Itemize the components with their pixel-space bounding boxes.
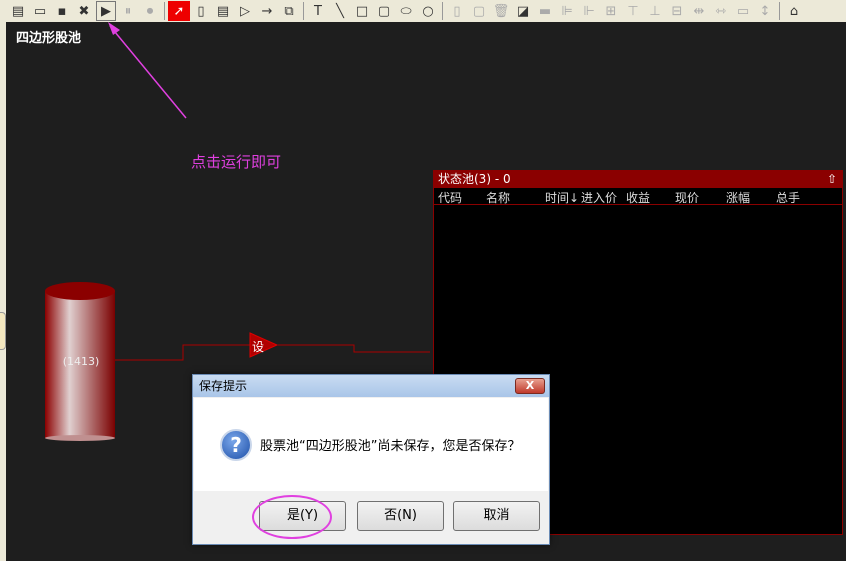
collapse-up-icon[interactable]: ⇧ bbox=[827, 171, 837, 188]
column-header[interactable]: 名称 bbox=[486, 189, 510, 206]
status-pool-title: 状态池(3) - 0 bbox=[438, 172, 511, 186]
close-button[interactable]: X bbox=[515, 378, 545, 394]
question-icon: ? bbox=[220, 429, 252, 461]
status-pool-header: 代码 名称 时间↓ 进入价 收益 现价 涨幅 总手 bbox=[434, 188, 842, 205]
dialog-title: 保存提示 bbox=[193, 375, 549, 397]
status-pool-title-bar: 状态池(3) - 0 ⇧ bbox=[434, 171, 842, 188]
column-header[interactable]: 时间↓ bbox=[545, 189, 579, 206]
condition-node-label: 设 bbox=[252, 340, 265, 354]
column-header[interactable]: 现价 bbox=[675, 189, 699, 206]
dialog-body: ? 股票池“四边形股池”尚未保存，您是否保存？ bbox=[194, 398, 548, 491]
connector-line bbox=[277, 344, 430, 353]
column-header[interactable]: 代码 bbox=[438, 189, 462, 206]
cancel-button[interactable]: 取消 bbox=[453, 501, 540, 531]
column-header[interactable]: 总手 bbox=[776, 189, 800, 206]
column-header[interactable]: 收益 bbox=[626, 189, 650, 206]
hint-arrow-head bbox=[108, 22, 120, 35]
save-prompt-dialog: 保存提示 X ? 股票池“四边形股池”尚未保存，您是否保存？ 是(Y) 否(N)… bbox=[192, 374, 550, 545]
connector-line bbox=[115, 344, 250, 361]
column-header[interactable]: 进入价 bbox=[581, 189, 617, 206]
column-header[interactable]: 涨幅 bbox=[726, 189, 750, 206]
pool-count-label: (1413) bbox=[62, 355, 100, 368]
no-button[interactable]: 否(N) bbox=[357, 501, 444, 531]
dialog-message: 股票池“四边形股池”尚未保存，您是否保存？ bbox=[260, 439, 521, 454]
hint-arrow-line bbox=[109, 25, 187, 119]
highlight-ellipse bbox=[252, 495, 332, 539]
